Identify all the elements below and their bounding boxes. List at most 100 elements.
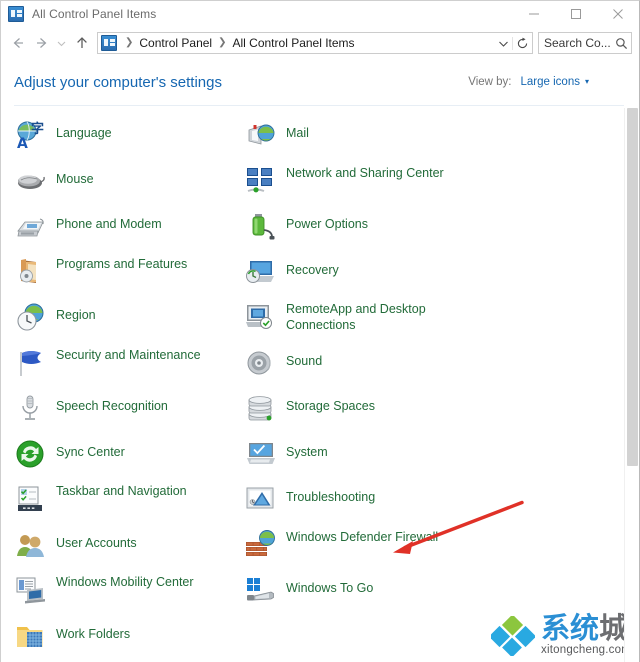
control-panel-item-label: System [286, 444, 328, 459]
work-folders-icon [14, 620, 46, 652]
watermark-domain: xitongcheng.com [541, 644, 631, 656]
control-panel-item-mail[interactable]: Mail [244, 108, 474, 154]
control-panel-item-label: Windows Defender Firewall [286, 529, 439, 544]
control-panel-item-user-accounts[interactable]: User Accounts [14, 518, 242, 564]
control-panel-icon [8, 6, 24, 22]
sound-icon [244, 347, 276, 379]
control-panel-item-speech-recognition[interactable]: Speech Recognition [14, 381, 242, 427]
control-panel-item-recovery[interactable]: Recovery [244, 245, 474, 291]
control-panel-item-sync-center[interactable]: Sync Center [14, 427, 242, 473]
breadcrumb-separator: ❯ [125, 37, 134, 48]
watermark: 系统城 xitongcheng.com [488, 611, 631, 658]
view-by-control: View by: Large icons ▾ [468, 76, 589, 88]
troubleshooting-icon [244, 483, 276, 515]
page-title: Adjust your computer's settings [14, 73, 222, 91]
security-and-maintenance-icon [14, 347, 46, 379]
windows-mobility-center-icon [14, 574, 46, 606]
recent-pages-chevron-icon[interactable] [54, 31, 69, 55]
control-panel-item-label: Speech Recognition [56, 399, 168, 413]
control-panel-item-label: Sync Center [56, 444, 125, 459]
control-panel-item-label: Language [56, 126, 112, 140]
control-panel-item-label: Region [56, 308, 96, 322]
view-by-value[interactable]: Large icons [521, 76, 580, 88]
control-panel-item-label: Sound [286, 353, 323, 368]
control-panel-item-system[interactable]: System [244, 427, 474, 473]
windows-to-go-icon [244, 574, 276, 606]
watermark-text: 系统城 xitongcheng.com [541, 611, 631, 657]
back-arrow-icon[interactable] [6, 31, 30, 55]
control-panel-item-windows-to-go[interactable]: Windows To Go [244, 563, 474, 609]
control-panel-item-label: Network and Sharing Center [286, 165, 444, 180]
view-by-label: View by: [468, 76, 512, 88]
control-panel-item-label: Troubleshooting [286, 490, 376, 504]
control-panel-item-phone-and-modem[interactable]: Phone and Modem [14, 199, 242, 245]
address-bar[interactable]: ❯ Control Panel ❯ All Control Panel Item… [97, 32, 533, 54]
navigation-bar: ❯ Control Panel ❯ All Control Panel Item… [1, 27, 639, 59]
speech-recognition-icon [14, 392, 46, 424]
remoteapp-and-desktop-connections-icon [244, 301, 276, 333]
windows-defender-firewall-icon [244, 529, 276, 561]
search-input[interactable] [539, 36, 611, 50]
diamond-cluster-logo [488, 614, 537, 658]
recovery-icon [244, 256, 276, 288]
control-panel-item-security-and-maintenance[interactable]: Security and Maintenance [14, 336, 242, 382]
control-panel-item-power-options[interactable]: Power Options [244, 199, 474, 245]
mail-icon [244, 119, 276, 151]
svg-text:A: A [17, 136, 28, 151]
control-panel-item-language[interactable]: 字 A Language [14, 108, 242, 154]
control-panel-item-label: Taskbar and Navigation [56, 484, 187, 498]
control-panel-item-region[interactable]: Region [14, 290, 242, 336]
control-panel-item-label: RemoteApp and Desktop Connections [286, 302, 426, 332]
control-panel-item-label: User Accounts [56, 535, 137, 550]
sync-center-icon [14, 438, 46, 470]
control-panel-item-label: Mail [286, 126, 309, 140]
maximize-icon[interactable] [555, 1, 597, 27]
control-panel-item-programs-and-features[interactable]: Programs and Features [14, 245, 242, 291]
region-icon [14, 301, 46, 333]
search-box[interactable] [538, 32, 632, 54]
control-panel-item-label: Work Folders [56, 626, 131, 641]
mouse-icon [14, 165, 46, 197]
minimize-icon[interactable] [513, 1, 555, 27]
refresh-icon[interactable] [512, 36, 532, 50]
breadcrumb-separator: ❯ [218, 37, 227, 48]
header-band: Adjust your computer's settings View by:… [1, 59, 639, 105]
programs-and-features-icon [14, 256, 46, 288]
language-icon: 字 A [14, 119, 46, 151]
control-panel-item-label: Storage Spaces [286, 399, 375, 413]
up-arrow-icon[interactable] [69, 31, 95, 55]
forward-arrow-icon[interactable] [30, 31, 54, 55]
control-panel-item-remoteapp-and-desktop-connections[interactable]: RemoteApp and Desktop Connections [244, 290, 474, 336]
watermark-chinese-blue: 系统 [541, 611, 600, 645]
control-panel-item-troubleshooting[interactable]: Troubleshooting [244, 472, 474, 518]
address-dropdown-icon[interactable] [494, 38, 512, 49]
close-icon[interactable] [597, 1, 639, 27]
breadcrumb-all-control-panel-items[interactable]: All Control Panel Items [232, 36, 356, 50]
control-panel-item-windows-defender-firewall[interactable]: Windows Defender Firewall [244, 518, 474, 564]
items-column-left: 字 A Language Mouse Phone and Modem Progra… [14, 108, 242, 654]
user-accounts-icon [14, 529, 46, 561]
caret-down-icon[interactable]: ▾ [585, 77, 589, 86]
control-panel-item-taskbar-and-navigation[interactable]: Taskbar and Navigation [14, 472, 242, 518]
header-divider [14, 105, 624, 106]
breadcrumb-control-panel[interactable]: Control Panel [138, 36, 213, 50]
network-and-sharing-center-icon [244, 165, 276, 197]
control-panel-item-label: Programs and Features [56, 256, 188, 271]
storage-spaces-icon [244, 392, 276, 424]
system-icon [244, 438, 276, 470]
items-column-right: Mail Network and Sharing Center Power Op… [244, 108, 474, 609]
control-panel-item-windows-mobility-center[interactable]: Windows Mobility Center [14, 563, 242, 609]
scrollbar-thumb[interactable] [627, 108, 638, 466]
taskbar-and-navigation-icon [14, 483, 46, 515]
control-panel-item-label: Windows Mobility Center [56, 575, 194, 589]
control-panel-item-label: Windows To Go [286, 581, 374, 595]
control-panel-item-network-and-sharing-center[interactable]: Network and Sharing Center [244, 154, 474, 200]
window-title: All Control Panel Items [32, 7, 157, 21]
vertical-scrollbar[interactable] [624, 108, 639, 662]
control-panel-item-work-folders[interactable]: Work Folders [14, 609, 242, 655]
control-panel-item-mouse[interactable]: Mouse [14, 154, 242, 200]
control-panel-item-sound[interactable]: Sound [244, 336, 474, 382]
svg-text:字: 字 [31, 121, 44, 137]
control-panel-item-storage-spaces[interactable]: Storage Spaces [244, 381, 474, 427]
search-icon[interactable] [611, 37, 631, 50]
